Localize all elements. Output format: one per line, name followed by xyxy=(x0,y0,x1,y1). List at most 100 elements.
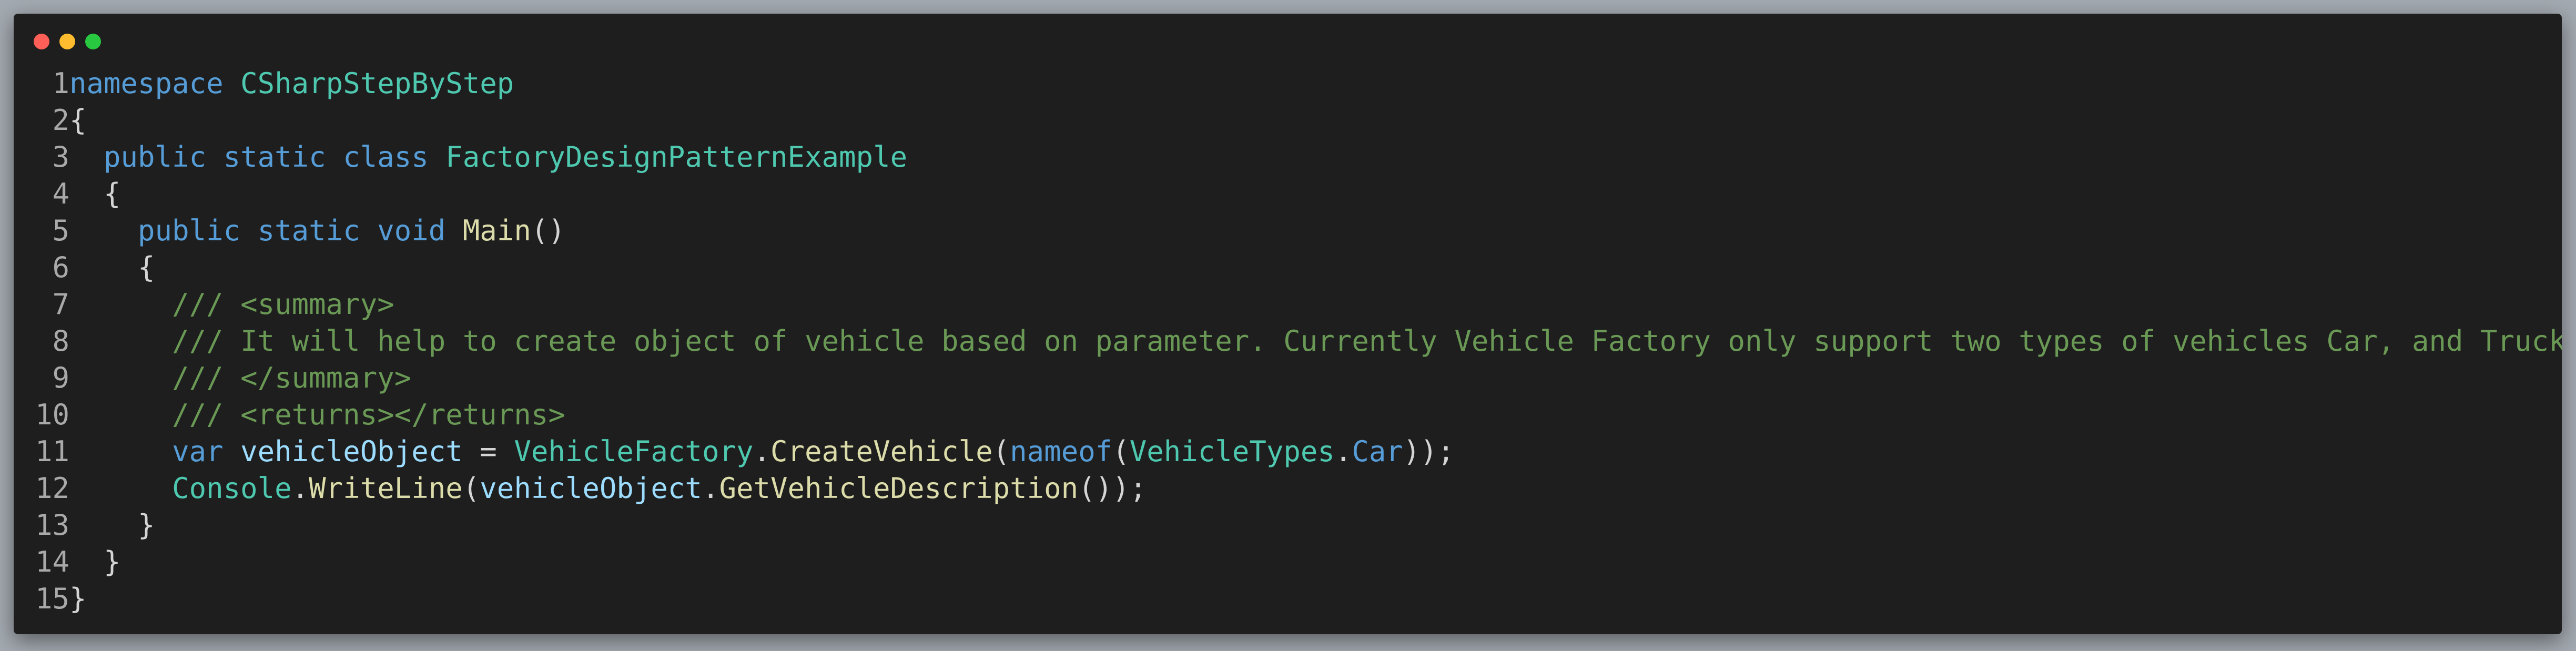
code-token-plain: } xyxy=(69,545,121,578)
line-source: /// <returns></returns> xyxy=(69,396,565,433)
code-line: 3 public static class FactoryDesignPatte… xyxy=(14,139,2562,176)
line-number: 4 xyxy=(52,177,69,210)
code-token-keyword: var xyxy=(172,435,224,468)
code-line: 9 /// </summary> xyxy=(14,360,2562,396)
code-token-comment: /// </summary> xyxy=(172,361,412,394)
line-source: public static void Main() xyxy=(69,212,565,249)
code-token-variable: vehicleObject xyxy=(480,472,702,505)
code-token-type: FactoryDesignPatternExample xyxy=(445,140,908,174)
line-source: /// It will help to create object of veh… xyxy=(69,323,2562,360)
code-line: 13 } xyxy=(14,507,2562,544)
code-token-plain: . xyxy=(702,472,719,505)
line-source: { xyxy=(69,176,121,212)
code-token-plain: } xyxy=(69,582,87,615)
code-line: 2{ xyxy=(14,102,2562,139)
code-line: 11 var vehicleObject = VehicleFactory.Cr… xyxy=(14,433,2562,470)
code-block: 1namespace CSharpStepByStep 2{3 public st… xyxy=(14,65,2562,617)
code-line: 15} xyxy=(14,581,2562,617)
line-source: } xyxy=(69,507,155,544)
code-token-keyword: void xyxy=(377,214,446,247)
code-line: 14 } xyxy=(14,544,2562,581)
line-number: 8 xyxy=(52,324,69,358)
code-token-comment: /// It will help to create object of veh… xyxy=(172,324,2562,358)
line-number: 5 xyxy=(52,214,69,247)
code-token-plain: ( xyxy=(462,472,480,505)
line-source: { xyxy=(69,249,155,286)
code-line: 8 /// It will help to create object of v… xyxy=(14,323,2562,360)
maximize-button[interactable] xyxy=(85,34,101,49)
code-token-plain: { xyxy=(69,177,121,210)
code-token-plain: { xyxy=(69,104,87,137)
code-line: 10 /// <returns></returns> xyxy=(14,396,2562,433)
code-token-method: GetVehicleDescription xyxy=(719,472,1079,505)
line-number: 1 xyxy=(52,67,69,100)
code-token-keyword: nameof xyxy=(1010,435,1113,468)
code-token-type: VehicleTypes xyxy=(1129,435,1335,468)
code-token-plain: . xyxy=(753,435,770,468)
code-token-variable: vehicleObject xyxy=(240,435,463,468)
line-number: 13 xyxy=(35,508,69,542)
line-source: { xyxy=(69,102,87,139)
code-token-keyword: static xyxy=(257,214,360,247)
code-token-plain: } xyxy=(69,508,155,542)
code-token-type: Console xyxy=(172,472,292,505)
code-token-plain: ()); xyxy=(1078,472,1147,505)
line-number: 14 xyxy=(35,545,69,578)
code-token-keyword: class xyxy=(343,140,429,174)
line-source: /// </summary> xyxy=(69,360,411,396)
code-token-keyword: public xyxy=(104,140,207,174)
code-token-comment: /// <summary> xyxy=(172,288,394,321)
code-token-plain: { xyxy=(69,251,155,284)
code-line: 7 /// <summary> xyxy=(14,286,2562,323)
code-token-plain: )); xyxy=(1403,435,1455,468)
code-token-type: CSharpStepByStep xyxy=(240,67,514,100)
code-token-type: VehicleFactory xyxy=(514,435,754,468)
code-line: 4 { xyxy=(14,176,2562,212)
line-source: /// <summary> xyxy=(69,286,394,323)
line-number: 7 xyxy=(52,288,69,321)
line-number: 11 xyxy=(35,435,69,468)
code-line: 12 Console.WriteLine(vehicleObject.GetVe… xyxy=(14,470,2562,507)
code-token-plain: () xyxy=(531,214,565,247)
code-token-keyword: static xyxy=(223,140,326,174)
code-window: 1namespace CSharpStepByStep 2{3 public st… xyxy=(14,14,2562,634)
line-number: 10 xyxy=(35,398,69,431)
code-line: 5 public static void Main() xyxy=(14,212,2562,249)
code-token-plain: ( xyxy=(992,435,1010,468)
line-number: 6 xyxy=(52,251,69,284)
minimize-button[interactable] xyxy=(59,34,75,49)
line-number: 2 xyxy=(52,104,69,137)
line-source: public static class FactoryDesignPattern… xyxy=(69,139,907,176)
code-token-plain: = xyxy=(462,435,514,468)
code-token-keyword: namespace xyxy=(69,67,224,100)
code-token-plain: . xyxy=(291,472,309,505)
line-source: var vehicleObject = VehicleFactory.Creat… xyxy=(69,433,1455,470)
line-number: 12 xyxy=(35,472,69,505)
code-token-keyword: public xyxy=(138,214,241,247)
line-number: 15 xyxy=(35,582,69,615)
code-line: 6 { xyxy=(14,249,2562,286)
line-source: namespace CSharpStepByStep xyxy=(69,65,514,102)
code-token-keyword: Car xyxy=(1352,435,1403,468)
line-number: 9 xyxy=(52,361,69,394)
line-source: } xyxy=(69,544,121,581)
line-number: 3 xyxy=(52,140,69,174)
close-button[interactable] xyxy=(34,34,49,49)
code-token-method: Main xyxy=(462,214,531,247)
line-source: Console.WriteLine(vehicleObject.GetVehic… xyxy=(69,470,1147,507)
